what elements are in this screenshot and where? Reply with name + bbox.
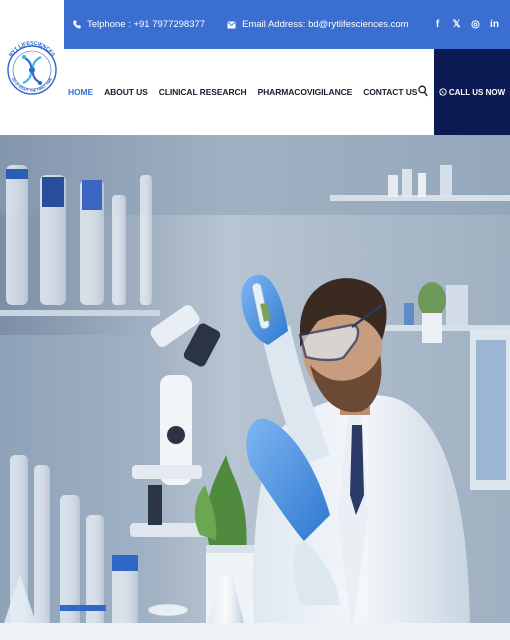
phone-label: Telphone : +91 7977298377: [87, 19, 206, 30]
top-contact-bar: Telphone : +91 7977298377 Email Address:…: [64, 0, 510, 49]
nav-menu: HOME ABOUT US CLINICAL RESEARCH PHARMACO…: [68, 87, 428, 97]
search-button[interactable]: [417, 84, 429, 98]
svg-text:RYT LIFESCIENCES: RYT LIFESCIENCES: [8, 40, 56, 58]
instagram-icon[interactable]: ◎: [466, 15, 485, 35]
call-us-now-label: CALL US NOW: [448, 87, 506, 97]
call-us-now-button[interactable]: CALL US NOW: [434, 49, 510, 135]
logo-brand-text: RYT LIFESCIENCES: [8, 40, 56, 58]
email-label: Email Address: bd@rytlifesciences.com: [242, 19, 409, 30]
x-twitter-icon[interactable]: 𝕏: [447, 15, 466, 35]
svg-text:DO IT RIGHT THE FIRST TIME: DO IT RIGHT THE FIRST TIME: [11, 76, 54, 92]
email-contact[interactable]: Email Address: bd@rytlifesciences.com: [227, 19, 409, 30]
logo-tagline: DO IT RIGHT THE FIRST TIME: [11, 76, 54, 92]
logo-emblem: RYT LIFESCIENCES DO IT RIGHT THE FIRST T…: [7, 40, 57, 95]
nav-item-home[interactable]: HOME: [68, 87, 93, 97]
phone-contact[interactable]: Telphone : +91 7977298377: [73, 19, 205, 30]
main-navigation: HOME ABOUT US CLINICAL RESEARCH PHARMACO…: [64, 49, 510, 135]
nav-item-contact-us[interactable]: CONTACT US: [363, 87, 417, 97]
facebook-icon[interactable]: f: [428, 15, 447, 35]
search-icon: [418, 85, 428, 97]
envelope-icon: [227, 21, 236, 29]
whatsapp-icon: [439, 88, 447, 96]
phone-icon: [73, 20, 81, 29]
hero-banner: [0, 135, 510, 640]
nav-item-pharmacovigilance[interactable]: PHARMACOVIGILANCE: [258, 87, 353, 97]
nav-item-clinical-research[interactable]: CLINICAL RESEARCH: [159, 87, 247, 97]
hero-lab-scientist-image: [0, 135, 510, 640]
linkedin-icon[interactable]: in: [485, 15, 504, 35]
nav-item-about-us[interactable]: ABOUT US: [104, 87, 148, 97]
social-links: f 𝕏 ◎ in: [428, 15, 510, 35]
brand-logo[interactable]: RYT LIFESCIENCES DO IT RIGHT THE FIRST T…: [0, 0, 64, 135]
